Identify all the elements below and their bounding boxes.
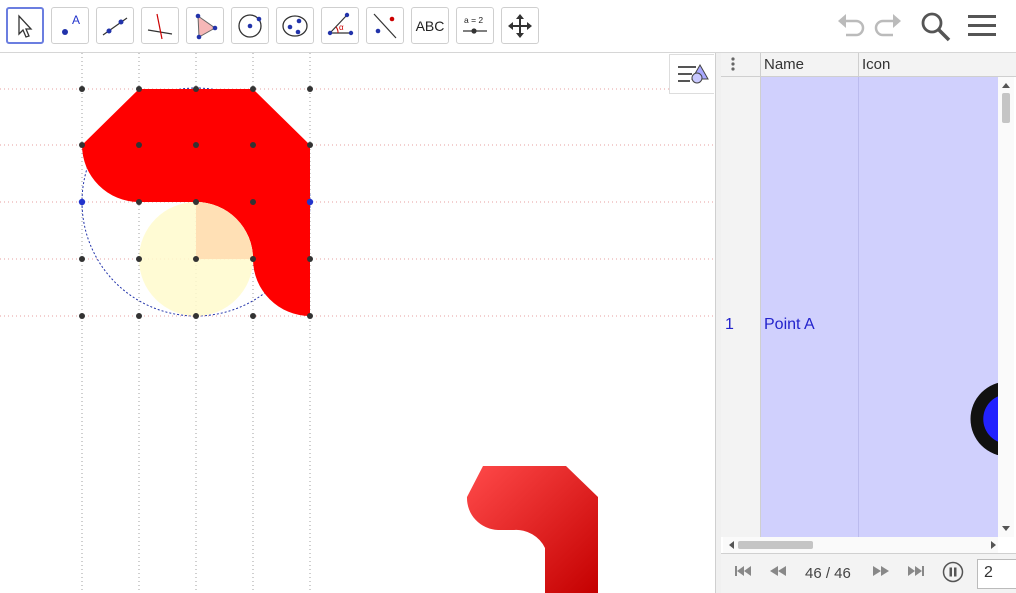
point-blue-left[interactable]	[78, 198, 86, 206]
move-graphics-view-tool-button[interactable]	[501, 7, 539, 44]
text-tool-label: ABC	[415, 17, 445, 34]
point-blue-right[interactable]	[306, 198, 314, 206]
undo-icon	[838, 14, 865, 37]
last-step-button[interactable]	[907, 564, 925, 581]
step-counter: 46 / 46	[805, 565, 851, 582]
menu-button[interactable]	[965, 9, 999, 43]
move-arrows-icon	[508, 13, 532, 38]
cursor-icon	[18, 13, 33, 38]
circle-icon	[238, 13, 262, 38]
undo-button[interactable]	[834, 9, 868, 43]
angle-tool-button[interactable]: α	[321, 7, 359, 44]
spreadsheet-view: Name Icon 1 Point A	[721, 53, 1016, 593]
angle-icon: α	[327, 12, 354, 35]
forward-icon	[873, 566, 889, 576]
line-icon	[102, 17, 128, 35]
graphics-canvas	[0, 53, 715, 593]
pause-icon	[942, 561, 964, 583]
point-icon: A	[62, 13, 80, 35]
first-step-button[interactable]	[734, 564, 752, 581]
reflect-icon	[373, 13, 397, 38]
scrollbar-graphic	[1002, 83, 1010, 531]
rewind-icon	[770, 566, 786, 576]
circle-tool-button[interactable]	[231, 7, 269, 44]
row-header-column	[721, 77, 761, 537]
move-tool-button[interactable]	[6, 7, 44, 44]
skip-last-icon	[908, 566, 924, 576]
previous-step-button[interactable]	[769, 564, 787, 581]
sheet-corner[interactable]	[721, 53, 761, 77]
graphics-view[interactable]	[0, 53, 715, 593]
perpendicular-tool-button[interactable]	[141, 7, 179, 44]
ellipse-tool-button[interactable]	[276, 7, 314, 44]
svg-text:α: α	[339, 23, 344, 32]
reflect-tool-button[interactable]	[366, 7, 404, 44]
more-vertical-icon	[731, 57, 735, 71]
redo-button[interactable]	[871, 9, 905, 43]
polygon-icon	[195, 13, 218, 39]
polygon-tool-button[interactable]	[186, 7, 224, 44]
svg-text:a = 2: a = 2	[464, 15, 483, 25]
perpendicular-icon	[147, 13, 173, 39]
ellipse-icon	[282, 14, 308, 37]
menu-icon	[968, 15, 996, 36]
column-header-name[interactable]: Name	[761, 53, 859, 77]
skip-first-icon	[735, 566, 751, 576]
horizontal-scrollbar[interactable]	[723, 537, 998, 553]
cell-name-1[interactable]	[761, 77, 859, 537]
line-tool-button[interactable]	[96, 7, 134, 44]
search-icon	[921, 12, 951, 42]
slider-icon: a = 2	[463, 15, 487, 34]
pause-button[interactable]	[942, 561, 964, 586]
point-name-cell-text: Point A	[764, 316, 815, 333]
column-header-icon[interactable]: Icon	[859, 53, 1016, 77]
toolbar: A α ABC a = 2	[0, 0, 1016, 53]
red-shape-3d-preview	[466, 466, 598, 593]
slider-tool-button[interactable]: a = 2	[456, 7, 494, 44]
redo-icon	[874, 14, 901, 37]
search-button[interactable]	[918, 9, 952, 43]
hscrollbar-graphic	[729, 541, 996, 549]
next-step-button[interactable]	[872, 564, 890, 581]
vertical-scrollbar[interactable]	[998, 77, 1014, 537]
style-bar-toggle-button[interactable]	[669, 54, 714, 94]
point-icon-preview	[970, 382, 999, 456]
point-tool-button[interactable]: A	[51, 7, 89, 44]
text-tool-button[interactable]: ABC	[411, 7, 449, 44]
row-number-1: 1	[725, 316, 734, 333]
construction-playback-bar: 46 / 46 2	[721, 553, 1016, 593]
svg-text:A: A	[72, 13, 80, 27]
playback-speed-input[interactable]: 2	[977, 559, 1016, 589]
style-bar-icon	[678, 63, 709, 84]
